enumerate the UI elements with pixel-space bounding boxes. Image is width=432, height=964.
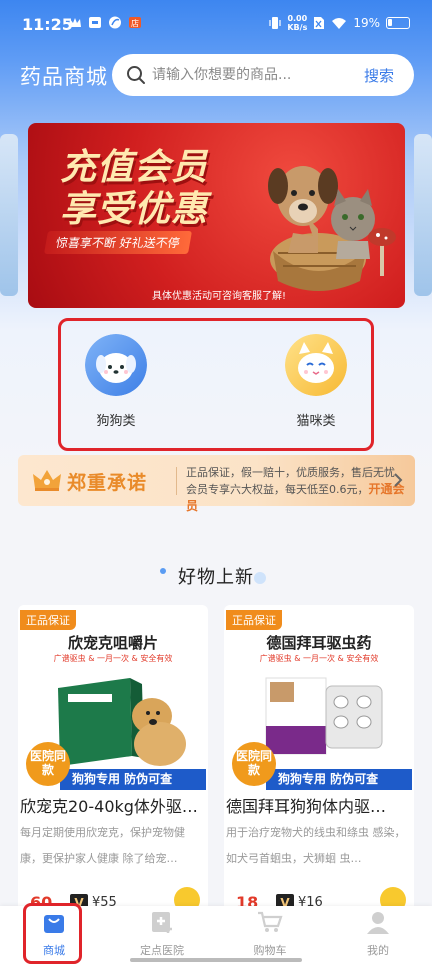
product-title: 德国拜耳狗狗体内驱…: [226, 797, 387, 816]
promo-banner[interactable]: 充值会员享受优惠 惊喜享不断 好礼送不停 具体优惠活动可咨询客服了解!: [28, 123, 405, 308]
leaf-notification-icon: [109, 16, 121, 29]
tab-profile-label: 我的: [367, 944, 389, 957]
battery-icon: [386, 17, 410, 29]
promise-line-1: 正品保证，假一赔十，优质服务，售后无忧: [186, 466, 395, 479]
product-card[interactable]: 正品保证 欣宠克咀嚼片 广谱驱虫 & 一月一次 & 安全有效 狗狗专用 防伪可查…: [18, 605, 208, 915]
banner-title: 充值会员享受优惠: [60, 147, 209, 230]
product-image-name: 德国拜耳驱虫药: [266, 634, 372, 652]
search-button[interactable]: 搜索: [364, 65, 394, 86]
wifi-icon: [332, 17, 347, 29]
category-dog-label: 狗狗类: [96, 414, 136, 429]
product-description: 每月定期使用欣宠克，保护宠物健康，更保护家人健康 除了给宠…: [20, 826, 185, 865]
product-image: 正品保证 德国拜耳驱虫药 广谱驱虫 & 一月一次 & 安全有效 狗狗专用 防伪可…: [226, 610, 412, 790]
svg-text:店: 店: [131, 18, 139, 28]
home-indicator[interactable]: [130, 958, 302, 962]
category-cat[interactable]: 猫咪类: [276, 334, 356, 429]
product-card[interactable]: 正品保证 德国拜耳驱虫药 广谱驱虫 & 一月一次 & 安全有效 狗狗专用 防伪可…: [224, 605, 414, 915]
shop-notification-icon: 店: [129, 17, 141, 28]
product-strip: 狗狗专用 防伪可查: [266, 769, 412, 790]
category-cat-label: 猫咪类: [296, 414, 336, 429]
tab-cart-label: 购物车: [253, 944, 287, 957]
banner-prev-slide[interactable]: [0, 134, 18, 296]
hospital-same-badge: 医院同款: [232, 742, 276, 786]
tab-cart[interactable]: 购物车: [230, 910, 310, 958]
net-speed-unit: KB/s: [287, 23, 308, 32]
search-bar[interactable]: 搜索: [112, 54, 414, 96]
product-title: 欣宠克20-40kg体外驱…: [20, 797, 198, 816]
dog-icon: [85, 334, 147, 396]
tab-profile[interactable]: 我的: [338, 910, 418, 958]
net-speed-value: 0.00: [287, 14, 308, 23]
product-description: 用于治疗宠物犬的线虫和绦虫 感染，如犬弓首蛔虫，犬狮蛔 虫…: [226, 826, 406, 865]
crown-notification-icon: [69, 18, 81, 27]
tab-highlight-box: [23, 903, 82, 964]
banner-next-slide[interactable]: [414, 134, 432, 296]
tab-hospital[interactable]: 定点医院: [122, 910, 202, 958]
page-title: 药品商城: [20, 65, 108, 89]
vibrate-icon: [269, 17, 281, 29]
chevron-right-icon: [394, 473, 403, 487]
banner-ribbon: 惊喜享不断 好礼送不停: [43, 231, 192, 254]
app-notification-icon: [89, 17, 101, 28]
category-dog[interactable]: 狗狗类: [76, 334, 156, 429]
banner-note: 具体优惠活动可咨询客服了解!: [152, 291, 287, 302]
status-right-icons: 0.00 KB/s 19%: [269, 14, 410, 32]
cart-icon: [258, 911, 283, 932]
product-image-name: 欣宠克咀嚼片: [67, 634, 158, 652]
status-time: 11:25: [22, 15, 73, 34]
crown-icon: [33, 470, 61, 491]
product-image: 正品保证 欣宠克咀嚼片 广谱驱虫 & 一月一次 & 安全有效 狗狗专用 防伪可查…: [20, 610, 206, 790]
net-speed: 0.00 KB/s: [287, 14, 307, 32]
section-title: 好物上新: [178, 567, 254, 588]
product-strip: 狗狗专用 防伪可查: [60, 769, 206, 790]
membership-promise-bar[interactable]: 郑重承诺 正品保证，假一赔十，优质服务，售后无忧 会员专享六大权益，每天低至0.…: [18, 455, 415, 513]
search-input[interactable]: [152, 65, 352, 85]
battery-percent: 19%: [353, 16, 380, 30]
hospital-icon: [152, 912, 172, 933]
status-bar: 11:25 店 0.00 KB/s 19%: [0, 0, 432, 48]
promise-text: 正品保证，假一赔十，优质服务，售后无忧 会员专享六大权益，每天低至0.6元，开通…: [186, 464, 415, 515]
product-badge: 正品保证: [20, 610, 76, 630]
cat-icon: [285, 334, 347, 396]
pets-illustration: [268, 166, 396, 291]
promise-title: 郑重承诺: [67, 472, 148, 494]
product-badge: 正品保证: [226, 610, 282, 630]
product-image-sub: 广谱驱虫 & 一月一次 & 安全有效: [53, 654, 173, 663]
tab-hospital-label: 定点医院: [140, 944, 184, 957]
search-icon: [127, 66, 145, 84]
hospital-same-badge: 医院同款: [26, 742, 70, 786]
profile-icon: [367, 912, 389, 934]
notification-icons: 店: [68, 16, 142, 29]
promise-line-2: 会员专享六大权益，每天低至0.6元，: [186, 483, 369, 496]
product-image-sub: 广谱驱虫 & 一月一次 & 安全有效: [259, 654, 379, 663]
sim-icon: [314, 17, 325, 29]
promise-divider: [176, 467, 177, 495]
